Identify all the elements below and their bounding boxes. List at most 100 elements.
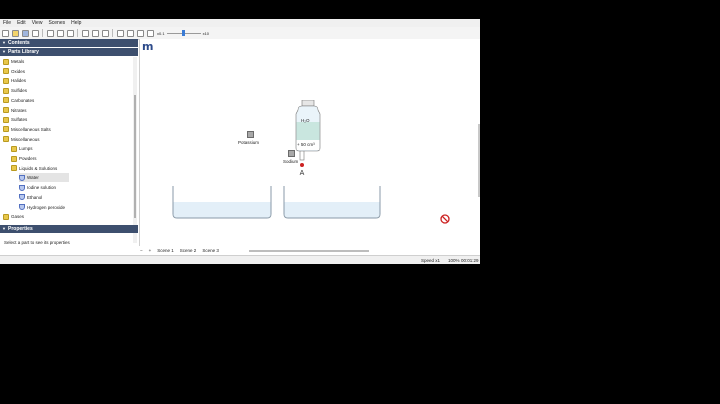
tab-scene-2[interactable]: Scene 2 [180,248,197,253]
undo-icon[interactable] [81,29,89,37]
tree-item[interactable]: Halides [3,76,26,85]
parts-library-header[interactable]: ▼ Parts Library [0,48,138,56]
open-folder-icon[interactable] [11,29,19,37]
tap-icon[interactable]: A [297,151,307,177]
tree-item-label: Sulfates [11,117,28,123]
tree-item[interactable]: Metals [3,57,24,66]
trough-left[interactable] [172,184,272,220]
tree-item[interactable]: Sulfates [3,115,27,124]
folder-icon [3,107,9,113]
tree-item[interactable]: Ethanol [19,193,42,202]
tree-item-label: Lumps [19,146,33,152]
properties-header[interactable]: ▼ Properties [0,225,138,233]
folder-icon [3,58,9,65]
tree-item-label: Hydrogen peroxide [27,204,66,210]
contents-header[interactable]: ▼ Contents [0,39,138,47]
canvas-scrollbar[interactable] [478,124,480,197]
water-bottle[interactable]: H₂O + 50 cm³ [290,99,326,152]
tree-item[interactable]: Powders [11,154,37,163]
potassium-label: Potassium [238,140,260,145]
svg-text:A: A [300,170,305,177]
expand-arrow-icon[interactable]: ▼ [0,39,8,47]
remove-scene-button[interactable]: − [140,248,143,253]
folder-icon [11,155,17,162]
zoom-slider[interactable] [166,30,201,36]
tree-item[interactable]: Water [19,173,69,183]
folder-open-icon [11,165,17,172]
tree-item-label: Iodine solution [27,185,57,191]
menu-scenes[interactable]: Scenes [45,19,68,27]
flask-icon [19,184,25,191]
potassium-part[interactable] [247,131,254,138]
tree-item[interactable]: Liquids & Solutions [11,164,57,173]
reaction-icon[interactable] [101,29,109,37]
redo-icon[interactable] [91,29,99,37]
tree-item-label: Halides [11,78,27,84]
tree-item[interactable]: Iodine solution [19,183,56,192]
tab-scene-1[interactable]: Scene 1 [157,248,174,253]
tree-item-label: Liquids & Solutions [19,165,58,171]
copy-icon[interactable] [56,29,64,37]
expand-arrow-icon[interactable]: ▼ [0,225,8,233]
zoom-out-icon[interactable] [126,29,134,37]
zoom-status: 100% [448,258,460,263]
parts-library-title: Parts Library [8,49,39,55]
tree-scrollbar-thumb[interactable] [134,95,136,218]
tree-item-label: Carbonates [11,97,35,103]
folder-icon [11,145,17,152]
expand-arrow-icon[interactable]: ▼ [0,48,8,56]
folder-open-icon [3,136,9,143]
tree-item[interactable]: Hydrogen peroxide [19,203,65,212]
tree-item-label: Sulfides [11,88,28,94]
tree-item-label: Gases [11,214,25,220]
folder-icon [3,77,9,84]
no-entry-icon[interactable] [440,214,450,224]
flask-icon [19,194,25,201]
tree-item-label: Powders [19,156,37,161]
tree-item[interactable]: Carbonates [3,96,34,105]
trough-right[interactable] [283,184,381,220]
menu-edit[interactable]: Edit [14,19,29,27]
reset-icon[interactable] [136,29,144,37]
tree-item[interactable]: Lumps [11,144,33,153]
tree-item[interactable]: Gases [3,212,24,221]
flask-icon [19,174,25,181]
app-logo: m [142,40,154,53]
pause-icon[interactable] [146,29,154,37]
paste-icon[interactable] [66,29,74,37]
folder-icon [3,97,9,104]
tree-item-label: Ethanol [27,194,43,200]
tree-item[interactable]: Oxides [3,67,25,76]
tree-item-label: Water [27,175,39,181]
tab-scene-3[interactable]: Scene 3 [202,248,219,253]
add-scene-button[interactable]: + [149,248,152,253]
zoom-slider-thumb[interactable] [182,30,186,36]
sodium-label: Sodium [283,159,299,164]
cut-icon[interactable] [46,29,54,37]
tree-item-label: Oxides [11,68,26,74]
folder-icon [3,213,9,220]
folder-icon [3,116,9,123]
contents-title: Contents [8,40,30,46]
folder-icon [3,87,9,94]
menu-file[interactable]: File [0,19,14,27]
toolbar-divider [112,29,113,37]
tree-scrollbar[interactable] [133,57,137,243]
menu-view[interactable]: View [29,19,46,27]
tree-item[interactable]: Miscellaneous Salts [3,125,51,134]
canvas-horizontal-scrollbar[interactable] [249,250,369,252]
tree-item-label: Miscellaneous Salts [11,126,51,132]
zoom-in-icon[interactable] [116,29,124,37]
folder-icon [3,68,9,75]
tree-item[interactable]: Nitrates [3,106,27,115]
tree-item[interactable]: Sulfides [3,86,27,95]
speed-status[interactable]: Speed x1 [421,257,440,264]
tree-item[interactable]: Miscellaneous [3,135,40,144]
save-icon[interactable] [21,29,29,37]
workspace-canvas[interactable]: m Potassium Sodium H₂O + 50 cm³ A [139,39,480,246]
new-icon[interactable] [1,29,9,37]
zoom-min-label: x0.1 [157,30,165,36]
status-bar: Speed x1 100% 00:01:29 [0,255,480,264]
menu-help[interactable]: Help [68,19,84,27]
save-as-icon[interactable] [31,29,39,37]
